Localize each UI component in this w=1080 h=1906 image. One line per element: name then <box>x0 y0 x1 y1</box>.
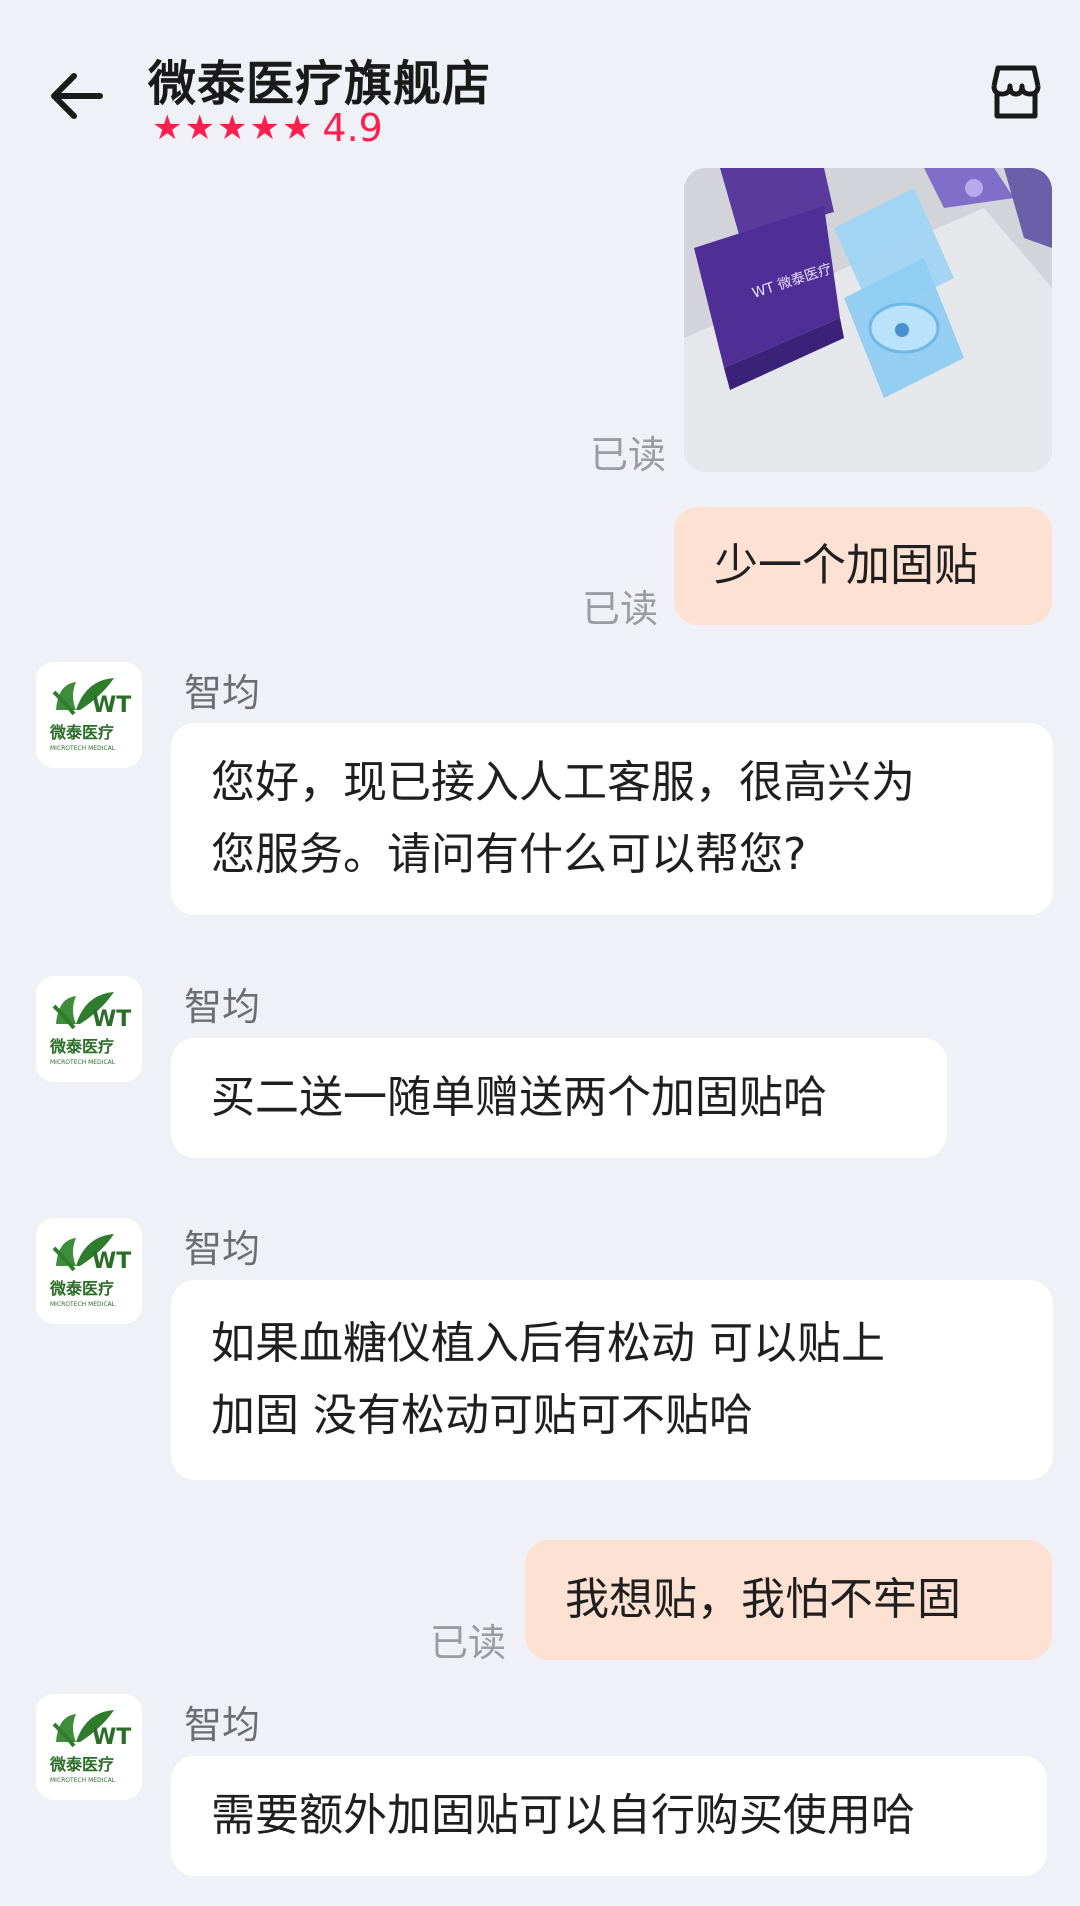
sender-name: 智均 <box>184 1703 261 1747</box>
sender-name: 智均 <box>184 671 261 715</box>
svg-text:WT: WT <box>92 1007 131 1032</box>
shop-title[interactable]: 微泰医疗旗舰店 <box>148 44 491 114</box>
back-arrow-icon[interactable] <box>40 60 112 132</box>
agent-avatar[interactable]: WT 微泰医疗 MICROTECH MEDICAL <box>36 976 142 1082</box>
sender-name: 智均 <box>184 1227 261 1271</box>
svg-text:微泰医疗: 微泰医疗 <box>49 1279 114 1298</box>
message-line: 您好，现已接入人工客服，很高兴为 <box>211 757 915 808</box>
message-line: 买二送一随单赠送两个加固贴哈 <box>211 1072 827 1123</box>
sent-photo[interactable]: WT 微泰医疗 <box>684 168 1052 472</box>
message-line: 您服务。请问有什么可以帮您? <box>211 829 807 880</box>
message-text: 少一个加固贴 <box>714 540 978 591</box>
brand-logo-icon: WT 微泰医疗 MICROTECH MEDICAL <box>49 1710 131 1784</box>
read-status: 已读 <box>590 433 667 477</box>
agent-avatar[interactable]: WT 微泰医疗 MICROTECH MEDICAL <box>36 662 142 768</box>
message-line: 需要额外加固贴可以自行购买使用哈 <box>211 1790 915 1841</box>
star-icon: ★ <box>281 108 313 148</box>
svg-text:MICROTECH MEDICAL: MICROTECH MEDICAL <box>50 1301 116 1308</box>
outgoing-message-bubble[interactable]: 少一个加固贴 <box>674 507 1052 625</box>
svg-text:微泰医疗: 微泰医疗 <box>49 1755 114 1774</box>
sender-name: 智均 <box>184 985 261 1029</box>
svg-text:WT: WT <box>92 1249 131 1274</box>
agent-avatar[interactable]: WT 微泰医疗 MICROTECH MEDICAL <box>36 1218 142 1324</box>
message-line: 如果血糖仪植入后有松动 可以贴上 <box>211 1318 885 1369</box>
incoming-message-bubble[interactable]: 如果血糖仪植入后有松动 可以贴上 加固 没有松动可贴可不贴哈 <box>171 1280 1053 1480</box>
svg-text:WT: WT <box>92 693 131 718</box>
shop-rating: ★ ★ ★ ★ ★ 4.9 <box>152 108 383 148</box>
chat-header: 微泰医疗旗舰店 ★ ★ ★ ★ ★ 4.9 <box>0 0 1080 160</box>
message-text: 我想贴，我怕不牢固 <box>565 1574 961 1625</box>
svg-text:微泰医疗: 微泰医疗 <box>49 723 114 742</box>
read-status: 已读 <box>582 587 659 631</box>
read-status: 已读 <box>430 1621 507 1665</box>
brand-logo-icon: WT 微泰医疗 MICROTECH MEDICAL <box>49 992 131 1066</box>
brand-logo-icon: WT 微泰医疗 MICROTECH MEDICAL <box>49 1234 131 1308</box>
outgoing-message-bubble[interactable]: 我想贴，我怕不牢固 <box>525 1540 1052 1660</box>
incoming-message-bubble[interactable]: 需要额外加固贴可以自行购买使用哈 <box>171 1756 1047 1876</box>
product-photo-image: WT 微泰医疗 <box>684 168 1052 472</box>
svg-text:MICROTECH MEDICAL: MICROTECH MEDICAL <box>50 1059 116 1066</box>
agent-avatar[interactable]: WT 微泰医疗 MICROTECH MEDICAL <box>36 1694 142 1800</box>
message-line: 加固 没有松动可贴可不贴哈 <box>211 1390 753 1441</box>
svg-text:WT: WT <box>92 1725 131 1750</box>
brand-logo-icon: WT 微泰医疗 MICROTECH MEDICAL <box>49 678 131 752</box>
incoming-message-bubble[interactable]: 买二送一随单赠送两个加固贴哈 <box>171 1038 947 1158</box>
store-icon[interactable] <box>984 60 1048 124</box>
svg-text:MICROTECH MEDICAL: MICROTECH MEDICAL <box>50 1777 116 1784</box>
rating-score: 4.9 <box>322 106 383 150</box>
star-icon: ★ <box>249 108 280 148</box>
incoming-message-bubble[interactable]: 您好，现已接入人工客服，很高兴为 您服务。请问有什么可以帮您? <box>171 723 1053 915</box>
star-icon: ★ <box>152 108 183 148</box>
svg-text:MICROTECH MEDICAL: MICROTECH MEDICAL <box>50 745 116 752</box>
star-icon: ★ <box>184 108 215 148</box>
svg-text:微泰医疗: 微泰医疗 <box>49 1037 114 1056</box>
star-icon: ★ <box>216 108 248 148</box>
